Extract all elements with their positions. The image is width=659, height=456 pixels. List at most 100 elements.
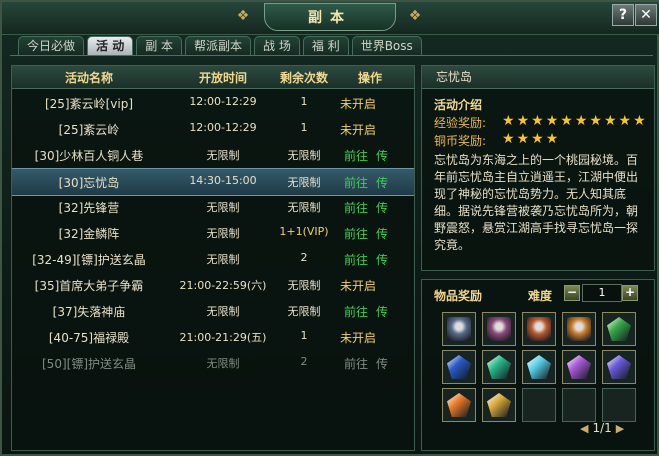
teleport-button[interactable]: 传	[372, 147, 392, 164]
open-time: 无限制	[206, 357, 240, 370]
star-icon: ★	[516, 113, 530, 129]
header-time: 开放时间	[198, 71, 247, 85]
reward-slot[interactable]	[482, 350, 516, 384]
difficulty-label: 难度	[528, 289, 553, 303]
remaining-count: 无限制	[287, 176, 321, 189]
goto-button[interactable]: 前往	[340, 251, 372, 268]
empty-slot	[522, 388, 556, 422]
reward-slot[interactable]	[482, 312, 516, 346]
difficulty-input[interactable]: 1	[582, 284, 622, 302]
game-window: ❖ 副本 ❖ ? ✕ 今日必做活 动副 本帮派副本战 场福 利世界Boss 活动…	[0, 0, 659, 456]
violet-gem-icon	[607, 355, 631, 379]
pager: ◀ 1/1 ▶	[580, 421, 624, 435]
activity-list-panel: 活动名称 开放时间 剩余次数 操作 [25]紊云岭[vip] 12:00-12:2…	[11, 65, 415, 451]
activity-description: 忘忧岛为东海之上的一个桃园秘境。百年前忘忧岛主自立逍遥王，江湖中便出现了神秘的忘…	[434, 153, 639, 252]
open-time: 无限制	[206, 149, 240, 162]
table-row[interactable]: [32-49][镖]护送玄晶 无限制 2 前往传	[12, 246, 414, 272]
not-open-status: 未开启	[340, 331, 377, 345]
table-row[interactable]: [30]忘忧岛 14:30-15:00 无限制 前往传	[12, 168, 414, 196]
tab-0[interactable]: 今日必做	[18, 36, 85, 55]
blue-gem-icon	[447, 355, 471, 379]
empty-slot	[562, 388, 596, 422]
title-plate: 副本	[264, 3, 396, 31]
tab-4[interactable]: 战 场	[254, 36, 300, 55]
goto-button[interactable]: 前往	[340, 355, 372, 372]
teleport-button[interactable]: 传	[372, 303, 392, 320]
goto-button[interactable]: 前往	[340, 225, 372, 242]
table-row[interactable]: [32]金鳞阵 无限制 1+1(VIP) 前往传	[12, 220, 414, 246]
next-page-icon[interactable]: ▶	[616, 422, 624, 435]
star-icon: ★	[633, 113, 646, 129]
armor-icon	[567, 317, 591, 341]
page-indicator: 1/1	[592, 421, 612, 435]
teleport-button[interactable]: 传	[372, 174, 392, 191]
tab-bar: 今日必做活 动副 本帮派副本战 场福 利世界Boss	[18, 36, 422, 55]
reward-slot[interactable]	[482, 388, 516, 422]
reward-slot[interactable]	[442, 350, 476, 384]
empty-slot	[602, 388, 636, 422]
orange-gem-icon	[447, 393, 471, 417]
teleport-button[interactable]: 传	[372, 251, 392, 268]
right-ornament-icon: ❖	[408, 8, 422, 24]
gold-scroll-icon	[487, 393, 511, 417]
coin-stars: ★ ★ ★ ★	[502, 132, 558, 146]
goto-button[interactable]: 前往	[340, 174, 372, 191]
reward-slot[interactable]	[602, 350, 636, 384]
goto-button[interactable]: 前往	[340, 303, 372, 320]
difficulty-minus-button[interactable]: −	[564, 285, 580, 301]
open-time: 14:30-15:00	[189, 174, 257, 187]
prev-page-icon[interactable]: ◀	[580, 422, 588, 435]
exp-stars: ★ ★ ★ ★ ★ ★ ★ ★ ★ ★	[502, 114, 646, 128]
table-row[interactable]: [25]紊云岭 12:00-12:29 1 未开启	[12, 116, 414, 142]
difficulty-plus-button[interactable]: +	[622, 285, 638, 301]
teal-gem-icon	[487, 355, 511, 379]
teleport-button[interactable]: 传	[372, 225, 392, 242]
remaining-count: 2	[300, 355, 308, 368]
reward-slot[interactable]	[522, 312, 556, 346]
reward-slot[interactable]	[562, 312, 596, 346]
tab-6[interactable]: 世界Boss	[351, 36, 422, 55]
green-gem-icon	[607, 317, 631, 341]
open-time: 无限制	[206, 305, 240, 318]
open-time: 21:00-22:59(六)	[179, 279, 267, 292]
tab-3[interactable]: 帮派副本	[185, 36, 252, 55]
activity-name: [37]失落神庙	[52, 305, 126, 319]
armor-icon	[527, 317, 551, 341]
remaining-count: 1	[300, 329, 308, 342]
header-remaining: 剩余次数	[279, 71, 328, 85]
activity-name: [30]少林百人铜人巷	[34, 149, 144, 163]
help-button[interactable]: ?	[612, 4, 634, 26]
activity-name: [32-49][镖]护送玄晶	[32, 253, 146, 267]
close-button[interactable]: ✕	[635, 4, 657, 26]
goto-button[interactable]: 前往	[340, 199, 372, 216]
item-reward-title: 物品奖励	[434, 289, 483, 303]
tab-5[interactable]: 福 利	[302, 36, 349, 55]
intro-title: 活动介绍	[434, 98, 483, 112]
table-row[interactable]: [30]少林百人铜人巷 无限制 无限制 前往传	[12, 142, 414, 168]
star-icon: ★	[560, 113, 573, 129]
table-row[interactable]: [32]先锋营 无限制 无限制 前往传	[12, 194, 414, 220]
reward-slot[interactable]	[522, 350, 556, 384]
teleport-button[interactable]: 传	[372, 355, 392, 372]
table-row[interactable]: [35]首席大弟子争霸 21:00-22:59(六) 无限制 未开启	[12, 272, 414, 298]
star-icon: ★	[531, 113, 544, 129]
star-icon: ★	[574, 113, 588, 129]
table-row[interactable]: [37]失落神庙 无限制 无限制 前往传	[12, 298, 414, 324]
reward-slot[interactable]	[602, 312, 636, 346]
exp-reward-label: 经验奖励:	[434, 116, 487, 130]
open-time: 无限制	[206, 201, 240, 214]
remaining-count: 1	[300, 95, 308, 108]
table-row[interactable]: [40-75]福禄殿 21:00-21:29(五) 1 未开启	[12, 324, 414, 350]
tab-1[interactable]: 活 动	[87, 36, 134, 55]
activity-detail-panel: 忘忧岛 活动介绍 经验奖励: ★ ★ ★ ★ ★ ★ ★ ★ ★ ★ 铜币奖励: ★ ★ ★ ★ 忘忧岛…	[421, 65, 655, 271]
reward-slot[interactable]	[442, 312, 476, 346]
teleport-button[interactable]: 传	[372, 199, 392, 216]
goto-button[interactable]: 前往	[340, 147, 372, 164]
table-row[interactable]: [25]紊云岭[vip] 12:00-12:29 1 未开启	[12, 90, 414, 116]
reward-slot[interactable]	[442, 388, 476, 422]
open-time: 21:00-21:29(五)	[179, 331, 267, 344]
table-row[interactable]: [50][镖]护送玄晶 无限制 2 前往传	[12, 350, 414, 376]
item-reward-panel: 物品奖励 难度 − 1 + ◀ 1/1 ▶	[421, 279, 655, 451]
tab-2[interactable]: 副 本	[136, 36, 183, 55]
reward-slot[interactable]	[562, 350, 596, 384]
